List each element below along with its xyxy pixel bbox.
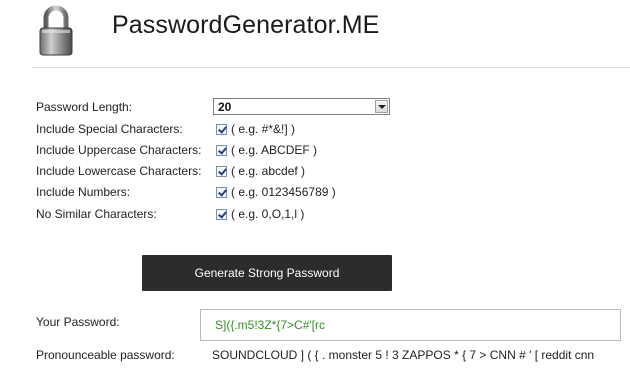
numbers-label: Include Numbers: — [36, 185, 131, 199]
your-password-label: Your Password: — [36, 315, 120, 329]
password-output-text: S]({.m5!3Z*{7>C#'[rc — [215, 318, 326, 332]
password-length-value: 20 — [218, 100, 232, 114]
special-characters-checkbox[interactable] — [216, 123, 227, 135]
numbers-example: ( e.g. 0123456789 ) — [231, 185, 336, 199]
no-similar-characters-label: No Similar Characters: — [36, 207, 157, 221]
pronounceable-password-text: SOUNDCLOUD ] ( { . monster 5 ! 3 ZAPPOS … — [212, 348, 595, 362]
uppercase-characters-label: Include Uppercase Characters: — [36, 143, 202, 157]
site-header: PasswordGenerator.ME — [0, 0, 630, 68]
special-characters-example: ( e.g. #*&!] ) — [231, 122, 296, 136]
pronounceable-password-label: Pronounceable password: — [36, 348, 175, 362]
uppercase-characters-checkbox[interactable] — [216, 144, 227, 156]
generate-password-button[interactable]: Generate Strong Password — [142, 255, 392, 291]
no-similar-characters-checkbox[interactable] — [216, 208, 227, 220]
no-similar-characters-example: ( e.g. 0,O,1,l ) — [231, 207, 305, 221]
numbers-checkbox[interactable] — [216, 186, 227, 198]
password-length-label: Password Length: — [36, 100, 133, 114]
lowercase-characters-checkbox[interactable] — [216, 165, 227, 177]
site-title[interactable]: PasswordGenerator.ME — [112, 11, 379, 40]
lowercase-characters-example: ( e.g. abcdef ) — [231, 164, 306, 178]
special-characters-label: Include Special Characters: — [36, 122, 183, 136]
uppercase-characters-example: ( e.g. ABCDEF ) — [231, 143, 318, 157]
password-output-field[interactable]: S]({.m5!3Z*{7>C#'[rc — [200, 309, 621, 341]
lowercase-characters-label: Include Lowercase Characters: — [36, 164, 202, 178]
padlock-icon — [39, 5, 73, 56]
dropdown-arrow-icon[interactable] — [375, 100, 388, 113]
header-divider — [32, 67, 630, 68]
password-length-select[interactable]: 20 — [213, 98, 390, 115]
